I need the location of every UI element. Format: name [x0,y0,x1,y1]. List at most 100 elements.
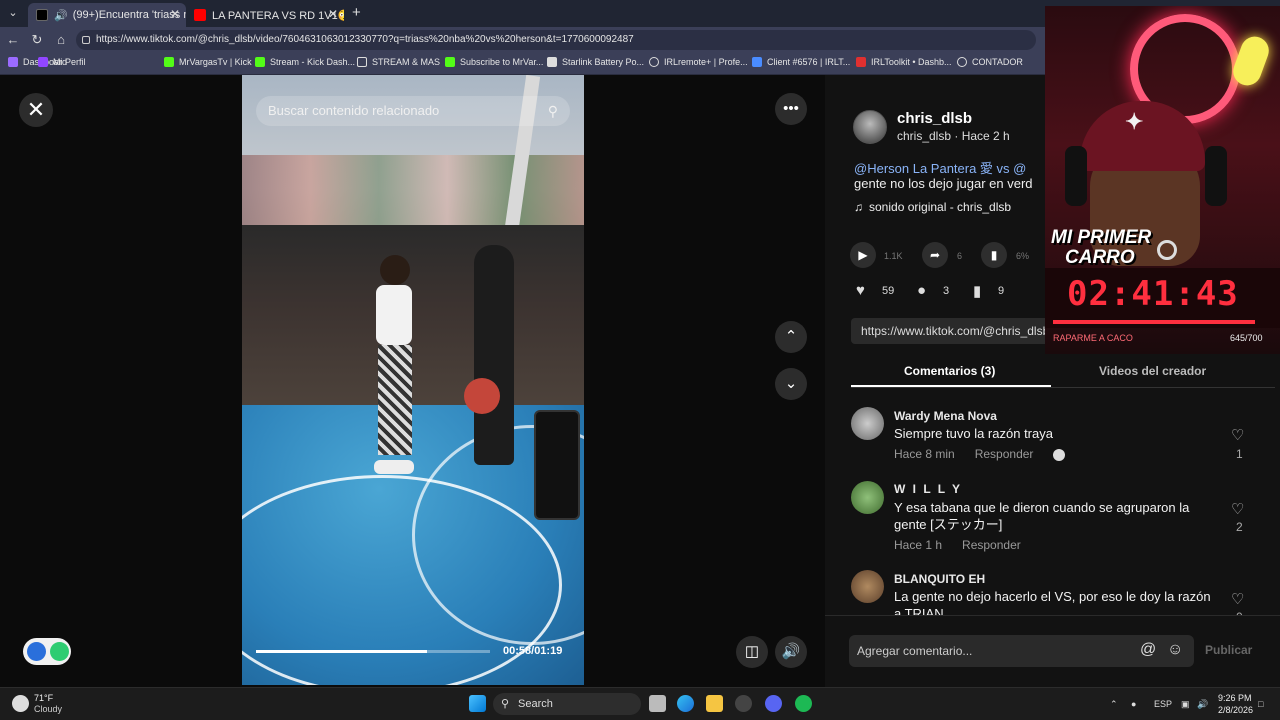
avatar[interactable] [853,110,887,144]
related-search-input[interactable]: Buscar contenido relacionado ⚲ [256,96,570,126]
video-phone [534,410,580,520]
home-icon[interactable]: ⌂ [52,31,70,49]
bookmark-contador[interactable]: CONTADOR [957,57,1023,67]
notification-icon[interactable]: □ [1258,699,1263,709]
comment-author[interactable]: W I L L Y [894,482,962,496]
file-explorer-icon[interactable] [706,695,723,712]
reply-button[interactable]: Responder [975,447,1034,461]
spotify-icon[interactable] [795,695,812,712]
power-icon [50,642,69,661]
avatar[interactable] [851,407,884,440]
kick-icon [255,57,265,67]
task-view-icon[interactable] [649,695,666,712]
bookmark-client[interactable]: Client #6576 | IRLT... [752,57,850,67]
network-icon[interactable]: ▣ [1181,699,1190,710]
discord-icon[interactable] [765,695,782,712]
bookmark-kick[interactable]: MrVargasTv | Kick [164,57,252,67]
contador-icon [957,57,967,67]
overlay-title-line-1: MI PRIMER [1051,227,1152,248]
heart-icon[interactable]: ♥ [856,282,865,299]
bookmark-label: IRLremote+ | Profe... [664,57,748,67]
next-video-button[interactable]: ⌄ [775,368,807,400]
stats-button[interactable]: ▮ [981,242,1007,268]
play-button[interactable]: ▶ [850,242,876,268]
tab-comments[interactable]: Comentarios (3) [904,364,995,378]
bookmark-subscribe[interactable]: Subscribe to MrVar... [445,57,543,67]
goal-count: 645/700 [1230,333,1263,343]
back-icon[interactable]: ← [4,31,22,49]
reload-icon[interactable]: ↻ [28,31,46,49]
volume-icon[interactable]: 🔊 [1197,699,1208,710]
weather-icon[interactable] [12,695,29,712]
comment-author[interactable]: Wardy Mena Nova [894,409,997,423]
username[interactable]: chris_dlsb [897,110,972,127]
comment-author[interactable]: BLANQUITO EH [894,572,985,586]
comment-icon[interactable]: ● [917,282,926,299]
creator-liked-icon [1053,448,1066,461]
edge-icon[interactable] [677,695,694,712]
bookmark-label: Mi Perfil [53,57,86,67]
bookmark-irltoolkit[interactable]: IRLToolkit • Dashb... [856,57,952,67]
avatar[interactable] [851,570,884,603]
bookmark-irlremote[interactable]: IRLremote+ | Profe... [649,57,748,67]
reply-button[interactable]: Responder [962,538,1021,552]
close-tab-icon[interactable]: ✕ [170,7,180,21]
more-options-button[interactable]: ••• [775,93,807,125]
video-player[interactable] [242,75,584,685]
url-input[interactable]: https://www.tiktok.com/@chris_dlsb/video… [76,30,1036,50]
close-icon: ✕ [26,97,46,122]
app-icon[interactable] [735,695,752,712]
bar-chart-icon: ▮ [990,248,998,262]
comment-meta: Hace 8 min Responder [894,447,1085,461]
comment-like-icon[interactable]: ♡ [1231,590,1244,608]
bookmark-mi-perfil[interactable]: Mi Perfil [38,57,86,67]
clock-date[interactable]: 2/8/2026 [1218,705,1253,715]
search-placeholder: Buscar contenido relacionado [268,103,440,118]
goal-progress-bar [1053,320,1255,324]
avatar[interactable] [851,481,884,514]
sound-link[interactable]: ♫ sonido original - chris_dlsb [854,200,1011,214]
search-icon[interactable]: ⚲ [548,96,558,126]
tab-youtube[interactable]: LA PANTERA VS RD 1V1😳oo | SI ✕ [186,3,344,27]
taskbar-search[interactable]: ⚲ Search [493,693,641,715]
emoji-icon[interactable]: ☺ [1167,641,1183,659]
close-button[interactable]: ✕ [19,93,53,127]
publish-button[interactable]: Publicar [1205,643,1252,657]
microphone-icon[interactable]: ● [1131,699,1136,709]
extension-toggle[interactable] [23,638,71,665]
extension-icon [27,642,46,661]
bookmark-stream-mas[interactable]: STREAM & MAS [357,57,440,67]
stats-percent: 6% [1016,251,1030,261]
copy-link-field[interactable]: https://www.tiktok.com/@chris_dlsb [851,318,1051,344]
bookmark-label: MrVargasTv | Kick [179,57,252,67]
share-button[interactable]: ➦ [922,242,948,268]
volume-icon: 🔊 [781,643,801,660]
mention-icon[interactable]: @ [1140,641,1156,659]
goal-label: RAPARME A CACO [1053,333,1133,343]
comment-time: Hace 1 h [894,538,943,552]
tab-tiktok[interactable]: 🔊 (99+)Encuentra 'triass nba vs ✕ [28,3,186,27]
pip-button[interactable]: ◫ [736,636,768,668]
comment-like-icon[interactable]: ♡ [1231,500,1244,518]
video-player-figure [474,245,514,465]
comment-like-icon[interactable]: ♡ [1231,426,1244,444]
windows-start-icon[interactable] [469,695,486,712]
language-indicator[interactable]: ESP [1154,699,1172,709]
previous-video-button[interactable]: ⌃ [775,321,807,353]
bookmark-stream-kick[interactable]: Stream - Kick Dash... [255,57,355,67]
bookmark-save-icon[interactable]: ▮ [973,282,981,300]
volume-button[interactable]: 🔊 [775,636,807,668]
bookmark-starlink[interactable]: Starlink Battery Po... [547,57,644,67]
chevron-up-icon[interactable]: ⌃ [1110,699,1118,710]
clock-time[interactable]: 9:26 PM [1218,693,1252,703]
video-progress-bar[interactable] [256,650,490,653]
globe-icon [649,57,659,67]
new-tab-button[interactable]: + [352,4,361,21]
save-count: 9 [998,285,1005,297]
close-tab-icon[interactable]: ✕ [328,7,338,21]
banana-neon-icon [1229,32,1273,90]
headset [1205,146,1227,206]
folder-icon [357,57,367,67]
tab-creator-videos[interactable]: Videos del creador [1099,364,1206,378]
tab-list-icon[interactable]: ⌄ [6,6,20,20]
